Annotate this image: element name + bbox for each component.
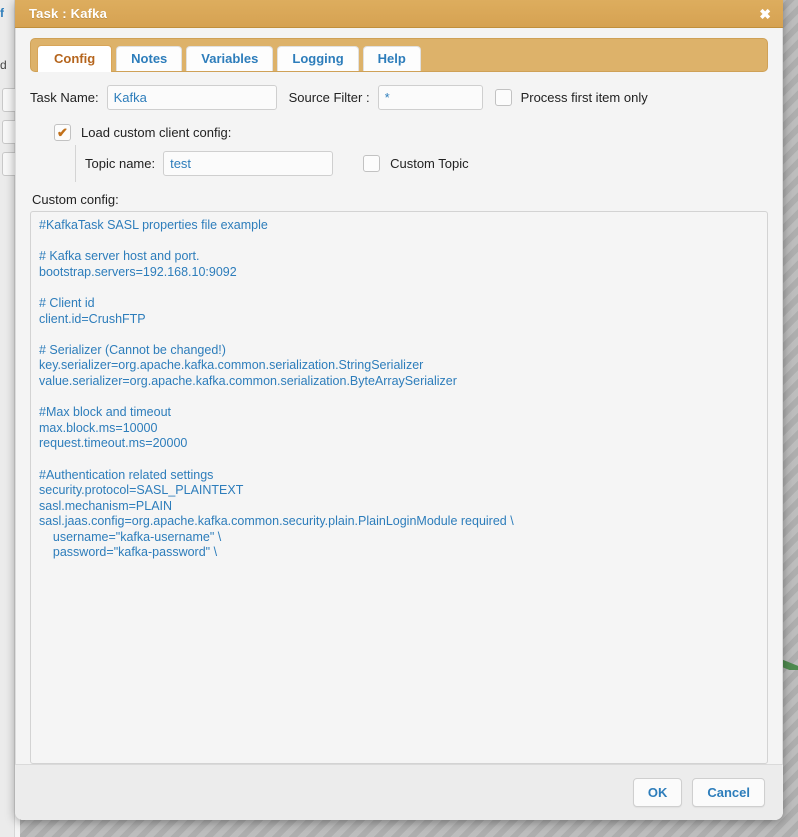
load-custom-client-config-row: ✔ Load custom client config: bbox=[30, 124, 768, 141]
load-custom-client-config-checkbox[interactable]: ✔ bbox=[54, 124, 71, 141]
custom-config-label: Custom config: bbox=[30, 192, 768, 207]
close-icon[interactable]: ✖ bbox=[759, 7, 771, 21]
check-mark-icon: ✔ bbox=[57, 126, 68, 139]
tab-help[interactable]: Help bbox=[363, 46, 421, 71]
underlying-text-fragment-top: f bbox=[0, 6, 4, 20]
indent-divider bbox=[75, 145, 76, 182]
dialog-title: Task : Kafka bbox=[29, 6, 107, 21]
custom-topic-label: Custom Topic bbox=[390, 156, 469, 171]
dialog-body: Config Notes Variables Logging Help Task… bbox=[15, 28, 783, 764]
topic-name-input[interactable] bbox=[163, 151, 333, 176]
custom-config-textarea[interactable]: #KafkaTask SASL properties file example … bbox=[30, 211, 768, 764]
source-filter-input[interactable] bbox=[378, 85, 483, 110]
tab-variables[interactable]: Variables bbox=[186, 46, 273, 71]
process-first-item-checkbox[interactable]: ✔ bbox=[495, 89, 512, 106]
tab-bar: Config Notes Variables Logging Help bbox=[30, 38, 768, 72]
dialog-footer: OK Cancel bbox=[15, 764, 783, 820]
underlying-text-fragment-mid: d bbox=[0, 58, 7, 72]
cancel-button[interactable]: Cancel bbox=[692, 778, 765, 807]
custom-topic-checkbox[interactable]: ✔ bbox=[363, 155, 380, 172]
task-name-input[interactable] bbox=[107, 85, 277, 110]
process-first-item-label: Process first item only bbox=[521, 90, 648, 105]
ok-button[interactable]: OK bbox=[633, 778, 683, 807]
topic-settings-row: Topic name: ✔ Custom Topic bbox=[30, 151, 768, 176]
task-name-label: Task Name: bbox=[30, 90, 99, 105]
source-filter-label: Source Filter : bbox=[289, 90, 370, 105]
tab-logging[interactable]: Logging bbox=[277, 46, 358, 71]
tab-notes[interactable]: Notes bbox=[116, 46, 182, 71]
dialog-titlebar: Task : Kafka ✖ bbox=[15, 0, 783, 28]
task-settings-row: Task Name: Source Filter : ✔ Process fir… bbox=[30, 85, 768, 110]
load-custom-client-config-label: Load custom client config: bbox=[81, 125, 231, 140]
task-dialog: Task : Kafka ✖ Config Notes Variables Lo… bbox=[15, 0, 783, 820]
tab-config[interactable]: Config bbox=[37, 45, 112, 72]
topic-name-label: Topic name: bbox=[85, 156, 155, 171]
